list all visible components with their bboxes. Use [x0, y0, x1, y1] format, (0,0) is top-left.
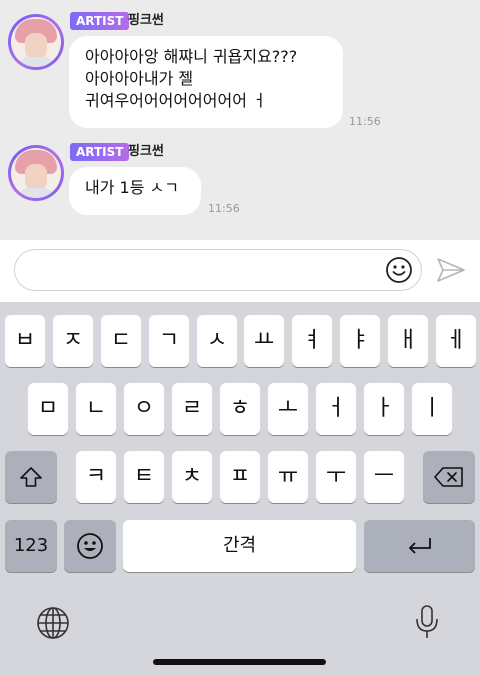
message-bubble[interactable]: 내가 1등 ㅅㄱ — [69, 167, 201, 215]
return-icon — [409, 538, 431, 554]
key[interactable]: ㅔ — [436, 315, 476, 367]
key[interactable]: ㅐ — [388, 315, 428, 367]
key[interactable]: ㅈ — [53, 315, 93, 367]
microphone-icon[interactable] — [414, 604, 440, 640]
message-input[interactable] — [14, 249, 422, 291]
key[interactable]: ㅅ — [197, 315, 237, 367]
shift-icon — [20, 467, 42, 487]
key[interactable]: ㅎ — [220, 383, 260, 435]
globe-icon[interactable] — [36, 606, 70, 640]
key[interactable]: ㅓ — [316, 383, 356, 435]
message-bubble[interactable]: 아아아아앙 해쨔니 귀욥지요??? 아아아아내가 젤 귀여우어어어어어어어어 ㅓ — [69, 36, 343, 128]
key[interactable]: ㅗ — [268, 383, 308, 435]
key[interactable]: ㄴ — [76, 383, 116, 435]
emoji-key[interactable] — [64, 520, 116, 572]
key[interactable]: ㅇ — [124, 383, 164, 435]
home-indicator — [153, 659, 326, 665]
key[interactable]: ㅑ — [340, 315, 380, 367]
key[interactable]: ㅍ — [220, 451, 260, 503]
sender-name: 핑크썬 — [128, 13, 164, 28]
key[interactable]: ㅣ — [412, 383, 452, 435]
return-key[interactable] — [364, 520, 475, 572]
artist-badge: ARTIST — [70, 143, 130, 161]
key[interactable]: ㄱ — [149, 315, 189, 367]
message-time: 11:56 — [349, 115, 381, 128]
key[interactable]: ㅏ — [364, 383, 404, 435]
sender-name: 핑크썬 — [128, 144, 164, 159]
key[interactable]: ㅊ — [172, 451, 212, 503]
key[interactable]: ㅡ — [364, 451, 404, 503]
key[interactable]: ㅕ — [292, 315, 332, 367]
key[interactable]: ㄷ — [101, 315, 141, 367]
key[interactable]: ㅛ — [244, 315, 284, 367]
emoji-icon — [77, 533, 103, 559]
shift-key[interactable] — [5, 451, 57, 503]
backspace-icon — [434, 467, 463, 487]
numbers-key[interactable]: 123 — [5, 520, 57, 572]
space-key[interactable]: 간격 — [123, 520, 356, 572]
key[interactable]: ㅂ — [5, 315, 45, 367]
smile-icon[interactable] — [385, 256, 413, 284]
chat-area: ARTIST 핑크썬 아아아아앙 해쨔니 귀욥지요??? 아아아아내가 젤 귀여… — [0, 0, 480, 240]
message-time: 11:56 — [208, 202, 240, 215]
key[interactable]: ㅋ — [76, 451, 116, 503]
key[interactable]: ㅌ — [124, 451, 164, 503]
key[interactable]: ㄹ — [172, 383, 212, 435]
backspace-key[interactable] — [423, 451, 475, 503]
send-icon[interactable] — [436, 256, 466, 284]
key[interactable]: ㅜ — [316, 451, 356, 503]
avatar[interactable] — [8, 14, 64, 70]
key[interactable]: ㅠ — [268, 451, 308, 503]
artist-badge: ARTIST — [70, 12, 130, 30]
avatar[interactable] — [8, 145, 64, 201]
key[interactable]: ㅁ — [28, 383, 68, 435]
